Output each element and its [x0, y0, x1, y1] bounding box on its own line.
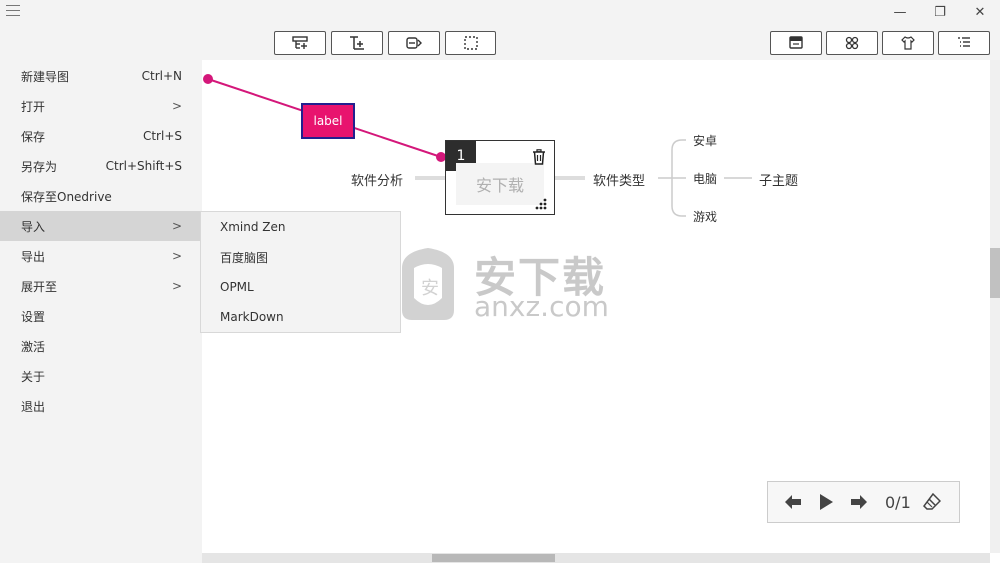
child-topic-1[interactable]: 安卓 [693, 132, 717, 149]
chevron-right-icon: > [171, 249, 182, 263]
menu-item-export[interactable]: 导出 > [0, 241, 202, 271]
menu-item-label: 保存 [21, 129, 46, 144]
menu-item-label: 展开至 [21, 279, 58, 294]
menu-item-label: 打开 [21, 99, 46, 114]
relationship-label[interactable]: label [301, 103, 355, 139]
menu-item-label: 新建导图 [21, 69, 70, 84]
import-submenu: Xmind Zen 百度脑图 OPML MarkDown [200, 211, 401, 333]
resize-handle-icon[interactable] [534, 198, 548, 210]
central-topic[interactable]: 1 安下载 [445, 140, 555, 215]
menu-item-import[interactable]: 导入 > [0, 211, 202, 241]
menu-item-open[interactable]: 打开 > [0, 91, 202, 121]
menu-item-label: 导出 [21, 249, 46, 264]
menu-item-settings[interactable]: 设置 [0, 301, 202, 331]
submenu-item-baidu-mindmap[interactable]: 百度脑图 [201, 242, 400, 272]
menu-item-label: 另存为 [21, 159, 58, 174]
menu-item-label: 保存至Onedrive [21, 189, 112, 204]
topic-left[interactable]: 软件分析 [351, 170, 403, 189]
menu-item-shortcut: Ctrl+Shift+S [105, 159, 182, 173]
topic-right[interactable]: 软件类型 [593, 170, 645, 189]
arrow-left-icon [785, 495, 801, 509]
eraser-icon [922, 493, 941, 510]
menu-item-shortcut: Ctrl+N [141, 69, 182, 83]
play-icon [820, 494, 833, 510]
page-counter: 0/1 [885, 492, 911, 512]
submenu-item-opml[interactable]: OPML [201, 272, 400, 302]
menu-item-exit[interactable]: 退出 [0, 391, 202, 421]
menu-item-label: 设置 [21, 309, 46, 324]
menu-item-activate[interactable]: 激活 [0, 331, 202, 361]
child-topic-2[interactable]: 电脑 [693, 170, 717, 187]
previous-button[interactable] [782, 491, 804, 513]
arrow-right-icon [851, 495, 867, 509]
clear-button[interactable] [921, 491, 943, 513]
relationship-handle-start [203, 74, 213, 84]
main-menu: 新建导图 Ctrl+N 打开 > 保存 Ctrl+S 另存为 Ctrl+Shif… [0, 60, 202, 563]
menu-item-save-onedrive[interactable]: 保存至Onedrive [0, 181, 202, 211]
menu-item-about[interactable]: 关于 [0, 361, 202, 391]
submenu-item-xmind-zen[interactable]: Xmind Zen [201, 212, 400, 242]
chevron-right-icon: > [171, 219, 182, 233]
next-button[interactable] [848, 491, 870, 513]
menu-item-save-as[interactable]: 另存为 Ctrl+Shift+S [0, 151, 202, 181]
menu-item-label: 激活 [21, 339, 46, 354]
menu-item-label: 退出 [21, 399, 46, 414]
central-topic-text: 安下载 [456, 163, 544, 205]
menu-item-save[interactable]: 保存 Ctrl+S [0, 121, 202, 151]
grandchild-topic[interactable]: 子主题 [759, 170, 798, 189]
menu-item-shortcut: Ctrl+S [142, 129, 182, 143]
menu-item-label: 导入 [21, 219, 46, 234]
play-button[interactable] [815, 491, 837, 513]
chevron-right-icon: > [171, 99, 182, 113]
menu-item-new[interactable]: 新建导图 Ctrl+N [0, 61, 202, 91]
presentation-player: 0/1 [767, 481, 960, 523]
chevron-right-icon: > [171, 279, 182, 293]
trash-icon[interactable] [532, 149, 546, 165]
connector-children [658, 139, 686, 217]
menu-item-expand-to[interactable]: 展开至 > [0, 271, 202, 301]
menu-item-label: 关于 [21, 369, 46, 384]
child-topic-3[interactable]: 游戏 [693, 208, 717, 225]
submenu-item-markdown[interactable]: MarkDown [201, 302, 400, 332]
